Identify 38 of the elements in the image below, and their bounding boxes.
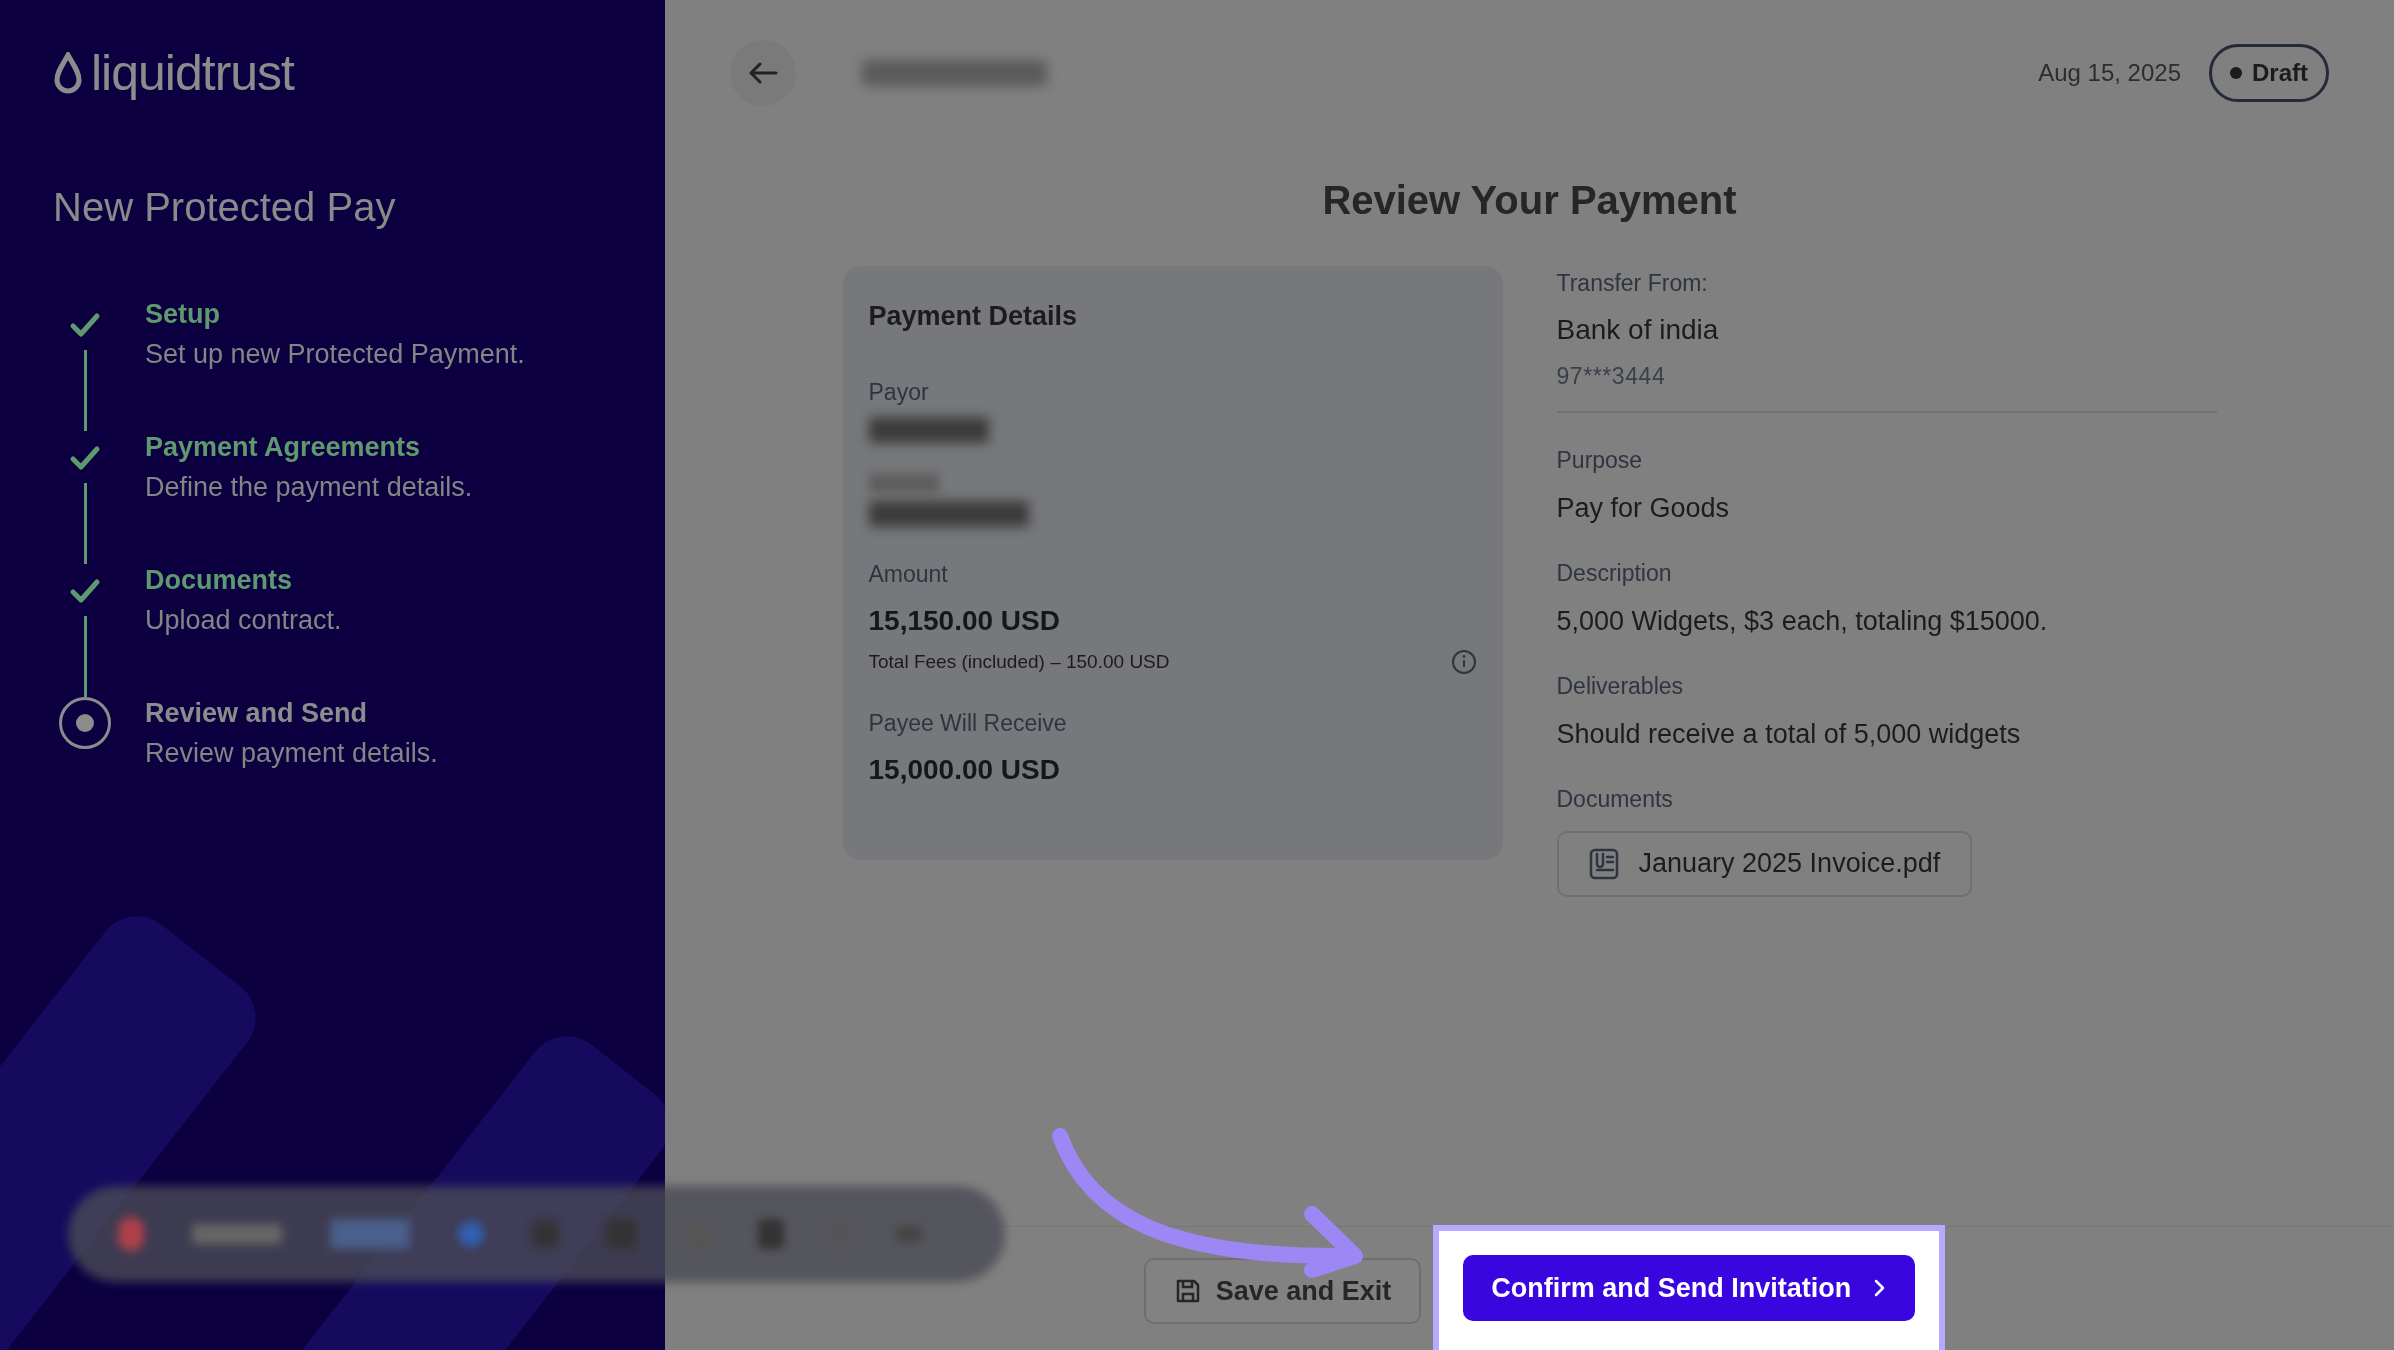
field-label: Amount (868, 560, 949, 589)
field-label: Transfer From: (1556, 269, 1709, 298)
step-description: Define the payment details. (145, 470, 473, 504)
bank-name: Bank of india (1556, 312, 1720, 347)
back-arrow-icon (748, 61, 778, 85)
card-title: Payment Details (868, 300, 1079, 333)
field-label: Payor (868, 377, 930, 407)
droplet-logo-icon (53, 52, 83, 94)
account-number: 97***3444 (1556, 361, 1667, 391)
field-value: Should receive a total of 5,000 widgets (1556, 717, 2022, 751)
fee-note: Total Fees (included) – 150.00 USD (868, 649, 1170, 674)
step-title: Setup (145, 298, 221, 331)
amount-value: 15,000.00 USD (868, 752, 1061, 787)
step-title: Documents (145, 564, 294, 597)
field-label: Purpose (1556, 446, 1644, 475)
save-and-exit-button[interactable]: Save and Exit (1143, 1258, 1422, 1324)
step-title: Review and Send (145, 697, 369, 730)
amount-value: 15,150.00 USD (868, 603, 1061, 638)
step-description: Review payment details. (145, 736, 438, 770)
step-title: Payment Agreements (145, 431, 422, 464)
document-chip[interactable]: January 2025 Invoice.pdf (1556, 830, 1973, 897)
info-icon[interactable] (1450, 648, 1477, 675)
blurred-label (868, 473, 939, 493)
logo-text: liquidtrust (91, 48, 294, 98)
step-description: Upload contract. (145, 603, 342, 637)
field-value: 5,000 Widgets, $3 each, totaling $15000. (1556, 604, 2049, 638)
sidebar-title: New Protected Pay (53, 184, 397, 231)
status-badge: Draft (2209, 44, 2329, 102)
page-heading: Review Your Payment (1321, 177, 1738, 224)
step-description: Set up new Protected Payment. (145, 337, 525, 371)
field-label: Payee Will Receive (868, 709, 1068, 738)
field-label: Description (1556, 559, 1673, 588)
confirm-and-send-button[interactable]: Confirm and Send Invitation (1463, 1255, 1916, 1321)
field-value: Pay for Goods (1556, 491, 1731, 525)
document-icon (1588, 847, 1619, 880)
field-label: Documents (1556, 785, 1673, 814)
field-label: Deliverables (1556, 672, 1685, 701)
date-text: Aug 15, 2025 (2038, 58, 2181, 88)
